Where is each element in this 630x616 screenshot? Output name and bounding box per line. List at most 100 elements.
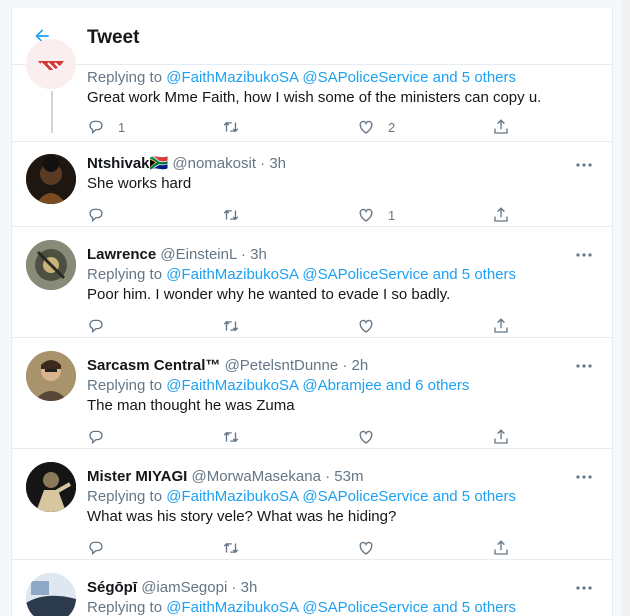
retweet-icon	[223, 542, 239, 554]
tweet-text: What was his story vele? What was he hid…	[87, 508, 397, 525]
reply-icon	[89, 208, 103, 223]
like-count: 2	[388, 119, 396, 135]
user-handle[interactable]: @MorwaMasekana	[191, 468, 320, 485]
more-icon[interactable]	[574, 158, 594, 172]
reply-mentions-link[interactable]: @FaithMazibukoSA @SAPoliceService and 5 …	[166, 266, 516, 283]
tweet[interactable]: Ségōpī @iamSegopi · 3h Replying to @Fait…	[12, 560, 612, 616]
reply-icon	[89, 319, 103, 334]
user-handle[interactable]: @iamSegopi	[141, 579, 227, 596]
replying-to: Replying to @FaithMazibukoSA @Abramjee a…	[87, 377, 470, 394]
reply-icon	[89, 430, 103, 445]
timestamp[interactable]: · 2h	[342, 357, 368, 374]
tweet[interactable]: Lawrence @EinsteinL · 3h Replying to @Fa…	[12, 227, 612, 338]
avatar[interactable]	[26, 240, 76, 290]
share-button[interactable]	[492, 117, 510, 137]
timestamp[interactable]: · 3h	[260, 155, 286, 172]
like-count: 1	[388, 207, 396, 223]
scrollbar[interactable]	[622, 0, 630, 616]
reply-button[interactable]	[87, 316, 105, 336]
tweet[interactable]: Replying to @FaithMazibukoSA @SAPoliceSe…	[12, 39, 612, 141]
replying-to: Replying to @FaithMazibukoSA @SAPoliceSe…	[87, 599, 517, 616]
reply-button[interactable]	[87, 205, 105, 225]
tweet[interactable]: Mister MIYAGI @MorwaMasekana · 53m Reply…	[12, 449, 612, 560]
more-icon[interactable]	[574, 248, 594, 262]
user-handle[interactable]: @nomakosit	[172, 155, 256, 172]
like-button[interactable]: 1	[357, 205, 395, 225]
share-button[interactable]	[492, 427, 510, 447]
avatar[interactable]	[26, 351, 76, 401]
reply-icon	[89, 541, 103, 556]
tweet[interactable]: Ntshivak🇿🇦 @nomakosit · 3h She works har…	[12, 142, 612, 227]
like-button[interactable]	[357, 538, 375, 558]
like-icon	[359, 541, 373, 555]
share-button[interactable]	[492, 205, 510, 225]
retweet-button[interactable]	[222, 316, 240, 336]
share-button[interactable]	[492, 538, 510, 558]
retweet-icon	[223, 209, 239, 221]
retweet-icon	[223, 121, 239, 133]
share-button[interactable]	[492, 316, 510, 336]
reply-mentions-link[interactable]: @FaithMazibukoSA @SAPoliceService and 5 …	[166, 488, 516, 505]
reply-button[interactable]: 1	[87, 117, 125, 137]
more-icon[interactable]	[574, 470, 594, 484]
timestamp[interactable]: · 3h	[231, 579, 257, 596]
reply-button[interactable]	[87, 427, 105, 447]
tweet-actions	[87, 427, 527, 447]
timestamp[interactable]: · 3h	[241, 246, 267, 263]
display-name[interactable]: Mister MIYAGI	[87, 468, 187, 485]
tweet[interactable]: Sarcasm Central™ @PetelsntDunne · 2h Rep…	[12, 338, 612, 449]
tweet-actions	[87, 316, 527, 336]
retweet-icon	[223, 431, 239, 443]
tweet-text: She works hard	[87, 175, 192, 192]
share-icon	[494, 119, 508, 134]
user-handle[interactable]: @PetelsntDunne	[225, 357, 339, 374]
like-icon	[359, 208, 373, 222]
retweet-button[interactable]	[222, 205, 240, 225]
like-icon	[359, 319, 373, 333]
reply-mentions-link[interactable]: @FaithMazibukoSA @SAPoliceService and 5 …	[166, 599, 516, 616]
header: Tweet	[12, 8, 612, 65]
share-icon	[494, 207, 508, 222]
tweet-actions: 1	[87, 205, 527, 225]
tweet-text: The man thought he was Zuma	[87, 397, 295, 414]
reply-mentions-link[interactable]: @FaithMazibukoSA @SAPoliceService and 5 …	[166, 69, 516, 86]
thread-line	[51, 91, 53, 133]
avatar[interactable]	[26, 462, 76, 512]
tweet-text: Great work Mme Faith, how I wish some of…	[87, 89, 542, 106]
like-button[interactable]: 2	[357, 117, 395, 137]
replying-to: Replying to @FaithMazibukoSA @SAPoliceSe…	[87, 266, 517, 283]
tweet-actions: 1 2	[87, 117, 527, 137]
display-name[interactable]: Ségōpī	[87, 579, 137, 596]
like-icon	[359, 120, 373, 134]
share-icon	[494, 318, 508, 333]
tweet-text: Poor him. I wonder why he wanted to evad…	[87, 286, 451, 303]
share-icon	[494, 540, 508, 555]
replying-to: Replying to @FaithMazibukoSA @SAPoliceSe…	[87, 488, 517, 505]
retweet-button[interactable]	[222, 538, 240, 558]
display-name[interactable]: Sarcasm Central™	[87, 357, 220, 374]
reply-mentions-link[interactable]: @FaithMazibukoSA @Abramjee and 6 others	[166, 377, 469, 394]
user-handle[interactable]: @EinsteinL	[160, 246, 236, 263]
reply-button[interactable]	[87, 538, 105, 558]
avatar[interactable]	[26, 39, 76, 89]
reply-count: 1	[118, 119, 126, 135]
retweet-button[interactable]	[222, 427, 240, 447]
page-title: Tweet	[87, 27, 140, 48]
display-name[interactable]: Ntshivak🇿🇦	[87, 155, 168, 172]
like-button[interactable]	[357, 316, 375, 336]
display-name[interactable]: Lawrence	[87, 246, 156, 263]
avatar[interactable]	[26, 573, 76, 616]
more-icon[interactable]	[574, 581, 594, 595]
retweet-button[interactable]	[222, 117, 240, 137]
tweet-actions	[87, 538, 527, 558]
like-button[interactable]	[357, 427, 375, 447]
share-icon	[494, 429, 508, 444]
like-icon	[359, 430, 373, 444]
timestamp[interactable]: · 53m	[325, 468, 363, 485]
replying-to: Replying to @FaithMazibukoSA @SAPoliceSe…	[87, 69, 517, 86]
reply-icon	[89, 120, 103, 135]
more-icon[interactable]	[574, 359, 594, 373]
tweet-thread-column: Tweet Replying to @FaithMazibukoSA @SAPo…	[11, 8, 613, 616]
avatar[interactable]	[26, 154, 76, 204]
retweet-icon	[223, 320, 239, 332]
